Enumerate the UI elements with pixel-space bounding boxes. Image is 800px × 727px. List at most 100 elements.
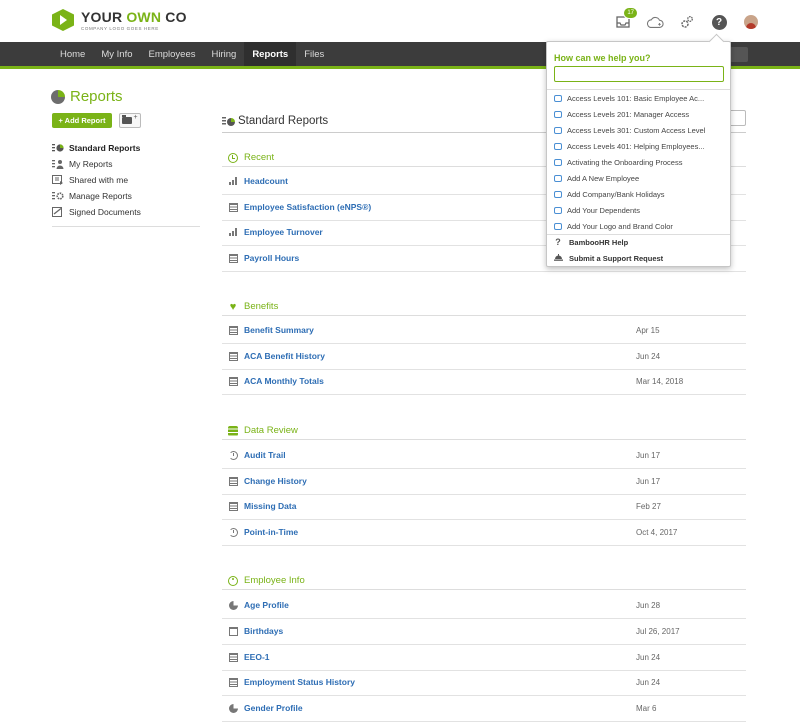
report-row[interactable]: EEO-1 Jun 24 [222, 645, 746, 671]
help-question-icon[interactable]: ? [710, 14, 728, 30]
help-article-item[interactable]: Add Your Logo and Brand Color [547, 218, 730, 234]
report-date: Mar 14, 2018 [636, 376, 684, 386]
chat-bubble-icon [554, 94, 562, 102]
nav-files[interactable]: Files [296, 42, 332, 66]
bamboohr-help-link[interactable]: ? BambooHR Help [547, 234, 730, 250]
add-report-button[interactable]: + Add Report [52, 113, 112, 128]
report-link[interactable]: Gender Profile [244, 703, 303, 713]
sidebar-item-standard-reports[interactable]: Standard Reports [52, 140, 200, 156]
help-article-item[interactable]: Add Company/Bank Holidays [547, 186, 730, 202]
report-link[interactable]: ACA Monthly Totals [244, 376, 324, 386]
sidebar-item-label: Manage Reports [69, 191, 132, 201]
report-row[interactable]: Gender Profile Mar 6 [222, 696, 746, 722]
nav-home[interactable]: Home [52, 42, 93, 66]
chat-bubble-icon [554, 190, 562, 198]
report-row[interactable]: Employment Status History Jun 24 [222, 670, 746, 696]
help-search-input[interactable] [554, 66, 724, 82]
nav-reports[interactable]: Reports [244, 42, 297, 66]
report-date: Mar 6 [636, 703, 657, 713]
report-link[interactable]: Employee Turnover [244, 227, 323, 237]
signature-icon [52, 207, 64, 217]
help-article-item[interactable]: Access Levels 201: Manager Access [547, 106, 730, 122]
person-circle-icon [228, 575, 238, 586]
heart-icon: ♥ [229, 300, 237, 313]
add-folder-button[interactable]: + [119, 113, 141, 128]
table-icon [228, 501, 238, 511]
standard-reports-icon [222, 116, 235, 127]
report-row[interactable]: ACA Monthly Totals Mar 14, 2018 [222, 369, 746, 395]
help-article-item[interactable]: Add Your Dependents [547, 202, 730, 218]
cloud-upload-icon[interactable] [646, 14, 664, 30]
nav-hiring[interactable]: Hiring [204, 42, 245, 66]
nav-my-info[interactable]: My Info [93, 42, 140, 66]
sidebar-item-shared-with-me[interactable]: Shared with me [52, 172, 200, 188]
report-link[interactable]: Employee Satisfaction (eNPS®) [244, 202, 371, 212]
history-icon [228, 450, 238, 460]
help-dropdown-title: How can we help you? [554, 53, 651, 63]
inbox-icon[interactable]: 17 [614, 7, 638, 30]
sidebar-item-my-reports[interactable]: My Reports [52, 156, 200, 172]
report-link[interactable]: Change History [244, 476, 307, 486]
help-article-item[interactable]: Add A New Employee [547, 170, 730, 186]
submit-support-request-link[interactable]: Submit a Support Request [547, 250, 730, 266]
table-icon [228, 351, 238, 361]
report-row[interactable]: Birthdays Jul 26, 2017 [222, 619, 746, 645]
table-icon [228, 677, 238, 687]
report-row[interactable]: Point-in-Time Oct 4, 2017 [222, 520, 746, 546]
report-date: Jul 26, 2017 [636, 626, 680, 636]
inbox-count-badge: 17 [623, 7, 638, 19]
report-row[interactable]: Age Profile Jun 28 [222, 593, 746, 619]
report-link[interactable]: ACA Benefit History [244, 351, 325, 361]
report-date: Jun 17 [636, 450, 661, 460]
help-article-item[interactable]: Access Levels 101: Basic Employee Ac... [547, 90, 730, 106]
report-date: Apr 15 [636, 325, 660, 335]
bar-chart-icon [228, 227, 238, 237]
standard-reports-icon [52, 143, 64, 153]
nav-search-box[interactable] [730, 47, 748, 62]
report-link[interactable]: EEO-1 [244, 652, 270, 662]
report-link[interactable]: Audit Trail [244, 450, 286, 460]
report-row[interactable]: Benefit Summary Apr 15 [222, 318, 746, 344]
table-icon [228, 652, 238, 662]
chat-bubble-icon [554, 158, 562, 166]
chat-bubble-icon [554, 110, 562, 118]
report-link[interactable]: Age Profile [244, 600, 289, 610]
sidebar-item-signed-documents[interactable]: Signed Documents [52, 204, 200, 220]
table-icon [228, 253, 238, 263]
help-article-list: Access Levels 101: Basic Employee Ac... … [547, 90, 730, 234]
gear-icon[interactable] [678, 14, 696, 30]
folder-icon [122, 115, 133, 124]
report-link[interactable]: Employment Status History [244, 677, 355, 687]
sidebar-item-manage-reports[interactable]: Manage Reports [52, 188, 200, 204]
company-logo[interactable]: YOUR OWN CO COMPANY LOGO GOES HERE [52, 9, 187, 31]
report-link[interactable]: Missing Data [244, 501, 296, 511]
pie-chart-icon [228, 703, 238, 713]
report-row[interactable]: Audit Trail Jun 17 [222, 443, 746, 469]
person-icon [52, 159, 64, 169]
report-row[interactable]: Missing Data Feb 27 [222, 494, 746, 520]
logo-hexagon-icon [52, 9, 74, 31]
report-row[interactable]: Change History Jun 17 [222, 469, 746, 495]
report-link[interactable]: Headcount [244, 176, 288, 186]
reports-pie-icon [51, 89, 65, 104]
report-link[interactable]: Point-in-Time [244, 527, 298, 537]
stack-icon [228, 425, 238, 436]
nav-employees[interactable]: Employees [141, 42, 204, 66]
sidebar-item-label: Shared with me [69, 175, 129, 185]
standard-reports-title: Standard Reports [238, 115, 329, 127]
bar-chart-icon [228, 176, 238, 186]
help-article-item[interactable]: Access Levels 401: Helping Employees... [547, 138, 730, 154]
history-icon [228, 527, 238, 537]
report-link[interactable]: Benefit Summary [244, 325, 314, 335]
help-dropdown: How can we help you? Access Levels 101: … [546, 41, 731, 267]
report-date: Jun 28 [636, 600, 661, 610]
page-title: Reports [51, 88, 123, 105]
report-row[interactable]: ACA Benefit History Jun 24 [222, 344, 746, 370]
reports-sidebar: Standard Reports My Reports Shared with … [52, 140, 200, 227]
help-article-item[interactable]: Activating the Onboarding Process [547, 154, 730, 170]
chat-bubble-icon [554, 174, 562, 182]
report-link[interactable]: Birthdays [244, 626, 283, 636]
help-article-item[interactable]: Access Levels 301: Custom Access Level [547, 122, 730, 138]
user-avatar[interactable] [742, 14, 760, 30]
report-link[interactable]: Payroll Hours [244, 253, 299, 263]
